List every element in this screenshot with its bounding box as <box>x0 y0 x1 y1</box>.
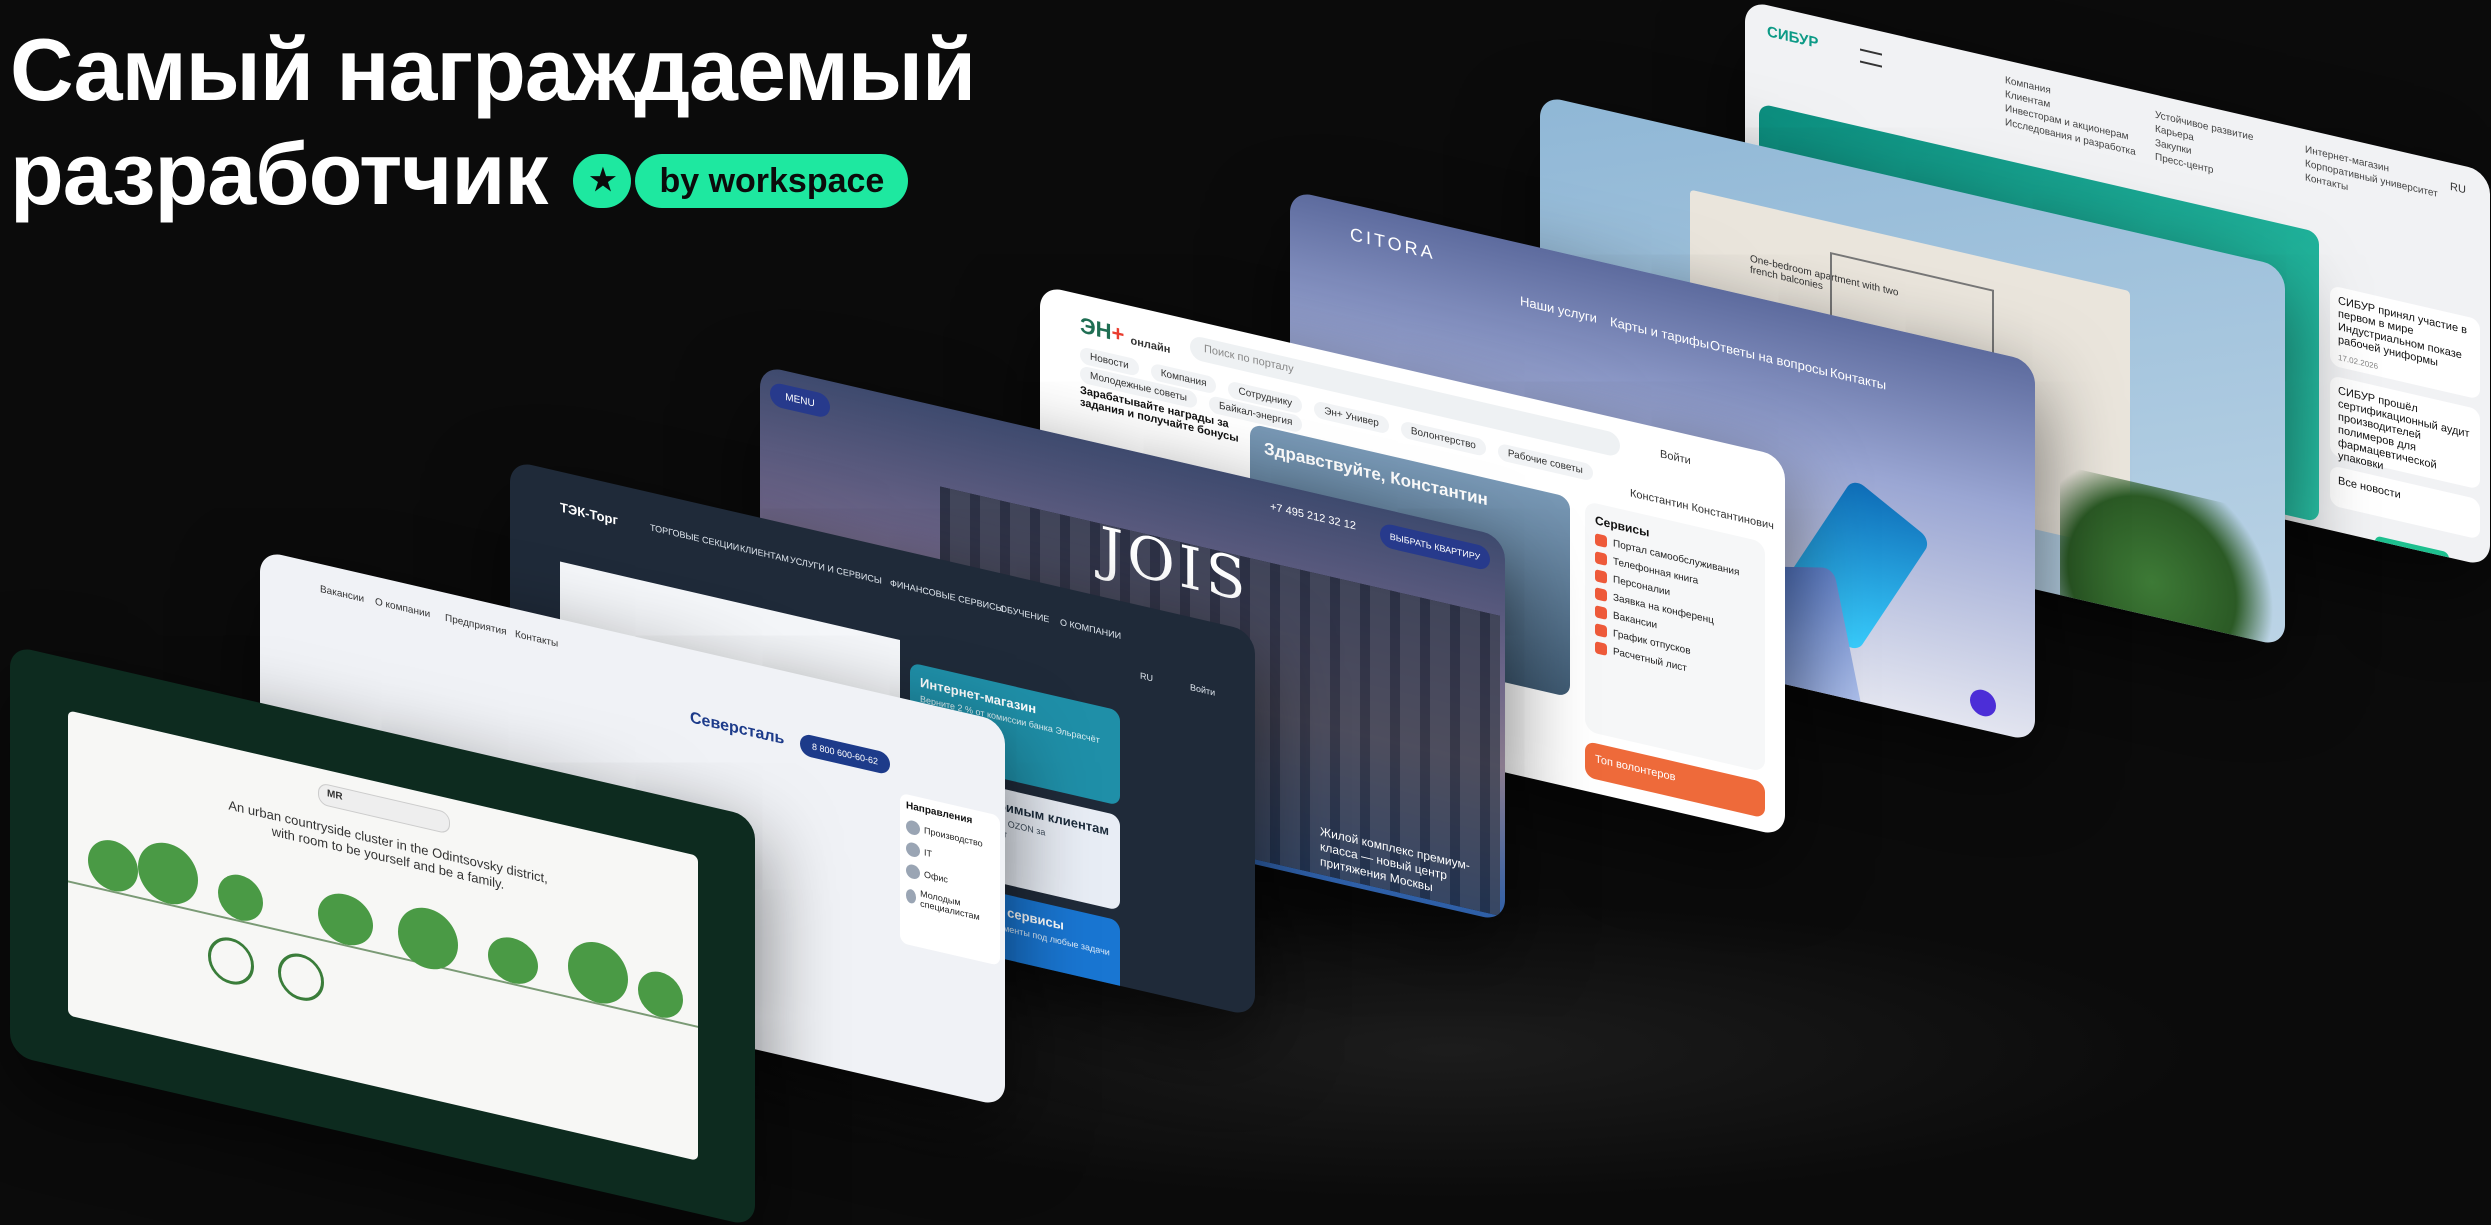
nav-link[interactable]: ФИНАНСОВЫЕ СЕРВИСЫ <box>890 578 1004 614</box>
login-button[interactable]: Войти <box>1190 682 1215 698</box>
headline-line-2-row: разработчик ★ by workspace <box>10 122 975 226</box>
workspace-badge: ★ by workspace <box>573 154 909 208</box>
direction-label: IT <box>924 847 932 860</box>
language-switch[interactable]: RU <box>2450 181 2466 197</box>
tab[interactable]: Волонтерство <box>1400 420 1486 457</box>
nav-link[interactable]: Ответы на вопросы <box>1710 337 1828 379</box>
logo-main: ЭН <box>1080 312 1112 345</box>
nav-link[interactable]: Предприятия <box>445 613 506 638</box>
nav-link[interactable]: ТОРГОВЫЕ СЕКЦИИ <box>650 522 739 553</box>
bicycle-wheel-icon <box>278 948 324 1006</box>
nav-link[interactable]: ОБУЧЕНИЕ <box>1000 603 1049 624</box>
tek-torg-logo[interactable]: ТЭК-Торг <box>560 500 618 528</box>
choose-apartment-button[interactable]: ВЫБРАТЬ КВАРТИРУ <box>1380 522 1490 572</box>
headline-line-1: Самый награждаемый <box>10 20 976 119</box>
nav-link[interactable]: Наши услуги <box>1520 293 1597 326</box>
service-label: Вакансии <box>1613 609 1658 631</box>
severstal-logo[interactable]: Северсталь <box>690 709 784 749</box>
search-placeholder: Поиск по порталу <box>1204 342 1294 376</box>
nav-link[interactable]: УСЛУГИ И СЕРВИСЫ <box>790 555 882 586</box>
language-switch[interactable]: RU <box>1140 670 1153 683</box>
service-icon <box>1595 587 1607 602</box>
workspace-badge-label: by workspace <box>635 154 909 208</box>
nav-link[interactable]: КЛИЕНТАМ <box>740 543 789 564</box>
showcase-stage: Самый награждаемый разработчик ★ by work… <box>0 0 2491 1225</box>
logo-plus: + <box>1111 319 1125 348</box>
service-icon <box>1595 533 1607 548</box>
citora-logo[interactable]: CITORA <box>1350 224 1436 265</box>
bicycle-wheel-icon <box>208 932 254 990</box>
mr-toggle[interactable]: MR <box>327 788 343 803</box>
sibur-nav-col-2: Устойчивое развитие Карьера Закупки Прес… <box>2155 109 2253 188</box>
service-icon <box>1595 605 1607 620</box>
tab[interactable]: Эн+ Универ <box>1314 400 1389 435</box>
menu-burger-icon[interactable] <box>1860 48 1882 68</box>
service-icon <box>1595 641 1607 656</box>
service-icon <box>1595 569 1607 584</box>
direction-label: Офис <box>924 869 948 885</box>
sibur-logo[interactable]: СИБУР <box>1767 23 1818 52</box>
avatar <box>906 863 920 881</box>
login-link[interactable]: Войти <box>1660 448 1691 467</box>
tree-illustration <box>398 901 458 976</box>
avatar <box>906 888 917 905</box>
nav-link[interactable]: О КОМПАНИИ <box>1060 617 1121 641</box>
star-icon: ★ <box>573 154 632 208</box>
nav-link[interactable]: О компании <box>375 597 430 621</box>
headline: Самый награждаемый разработчик ★ by work… <box>10 18 976 226</box>
services-panel: Сервисы Портал самообслуживания Телефонн… <box>1585 500 1765 773</box>
service-icon <box>1595 623 1607 638</box>
phone-link[interactable]: +7 495 212 32 12 <box>1270 501 1356 533</box>
menu-button[interactable]: MENU <box>770 381 830 420</box>
phone-button[interactable]: 8 800 600-60-62 <box>800 732 890 776</box>
sibur-nav-col-3: Интернет-магазин Корпоративный университ… <box>2305 143 2438 216</box>
plants-image <box>2060 465 2285 647</box>
headline-line-2: разработчик <box>10 124 548 223</box>
nav-link[interactable]: Карты и тарифы <box>1610 314 1709 352</box>
logo-sub: онлайн <box>1130 334 1171 357</box>
directions-panel: Направления Производство IT Офис Молодым… <box>900 792 1000 966</box>
nav-link[interactable]: Вакансии <box>320 584 364 605</box>
service-icon <box>1595 551 1607 566</box>
nav-link[interactable]: Контакты <box>515 629 558 650</box>
direction-label: Производство <box>924 825 983 849</box>
avatar <box>906 819 920 837</box>
cookie-agree-button[interactable]: СОГЛАСЕН <box>2375 535 2449 567</box>
chat-icon[interactable] <box>1970 686 1996 719</box>
avatar <box>906 841 920 859</box>
nav-link[interactable]: Контакты <box>1830 365 1886 393</box>
sibur-nav-col-1: Компания Клиентам Инвесторам и акционера… <box>2005 74 2136 160</box>
